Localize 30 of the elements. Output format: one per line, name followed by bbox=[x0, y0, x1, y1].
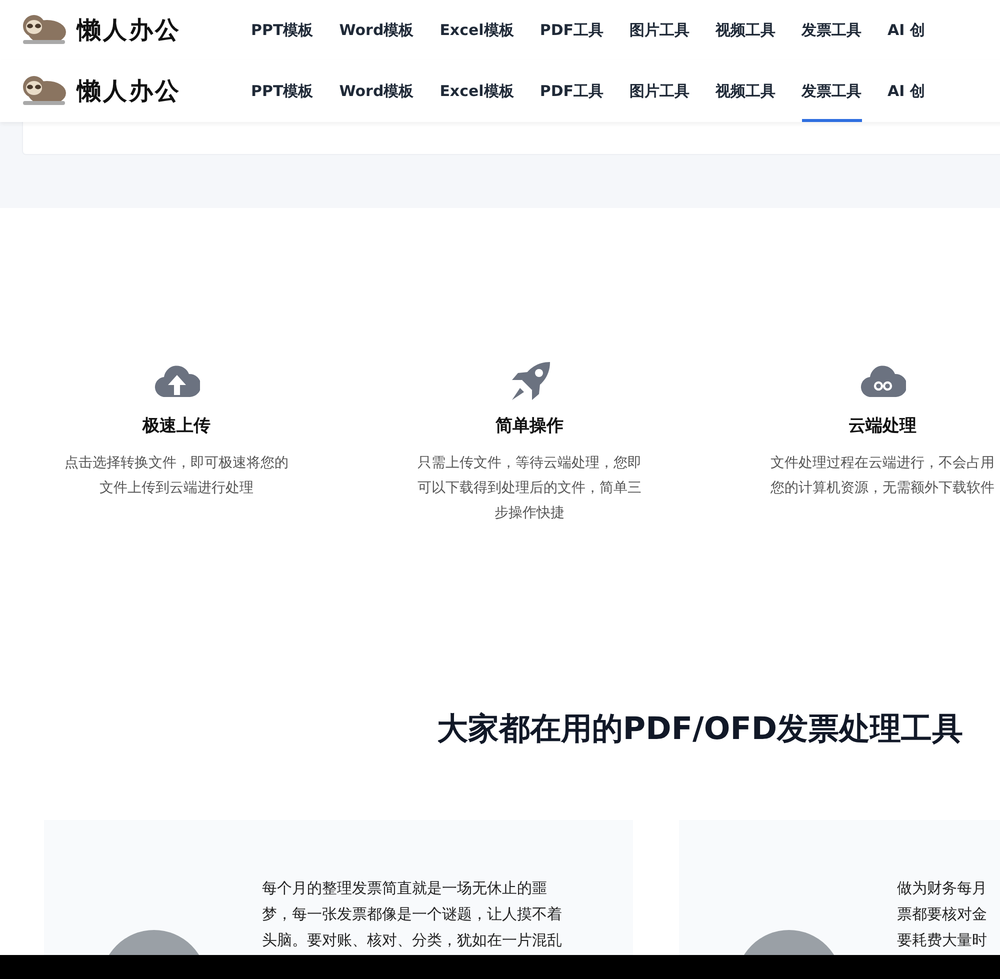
feature-description: 只需上传文件，等待云端处理，您即可以下载得到处理后的文件，简单三步操作快捷 bbox=[416, 454, 642, 523]
section-title: 大家都在用的PDF/OFD发票处理工具 bbox=[436, 710, 964, 749]
logo-text: 懒人办公 bbox=[77, 76, 181, 107]
logo-text: 懒人办公 bbox=[77, 15, 181, 46]
testimonial-text-line: 做为财务每月 bbox=[897, 878, 987, 899]
nav-link[interactable]: 发票工具 bbox=[802, 0, 862, 60]
nav-link[interactable]: PPT模板 bbox=[251, 0, 314, 60]
nav-link[interactable]: PDF工具 bbox=[540, 60, 604, 122]
feature-title: 简单操作 bbox=[496, 415, 564, 437]
feature-title: 云端处理 bbox=[848, 415, 916, 437]
nav-link[interactable]: 视频工具 bbox=[716, 60, 776, 122]
testimonial-text-line: 梦，每一张发票都像是一个谜题，让人摸不着 bbox=[262, 904, 562, 925]
feature-description: 点击选择转换文件，即可极速将您的文件上传到云端进行处理 bbox=[64, 454, 290, 498]
nav-link[interactable]: Excel模板 bbox=[440, 0, 514, 60]
nav-link[interactable]: PDF工具 bbox=[540, 0, 604, 60]
nav-link[interactable]: 图片工具 bbox=[630, 60, 690, 122]
testimonial-text-line: 头脑。要对账、核对、分类，犹如在一片混乱 bbox=[262, 930, 562, 951]
testimonial-text-line: 票都要核对金 bbox=[897, 904, 987, 925]
nav-link[interactable]: 视频工具 bbox=[716, 0, 776, 60]
feature-title: 极速上传 bbox=[142, 415, 210, 437]
nav-link[interactable]: Word模板 bbox=[339, 0, 414, 60]
testimonial-text-line: 每个月的整理发票简直就是一场无休止的噩 bbox=[262, 878, 548, 899]
nav-link[interactable]: AI 创 bbox=[888, 0, 925, 60]
nav-link[interactable]: AI 创 bbox=[888, 60, 925, 122]
nav-link[interactable]: PPT模板 bbox=[251, 60, 314, 122]
nav-link[interactable]: Word模板 bbox=[339, 60, 414, 122]
nav-link[interactable]: Excel模板 bbox=[440, 60, 514, 122]
nav-link[interactable]: 图片工具 bbox=[630, 0, 690, 60]
testimonial-text-line: 要耗费大量时 bbox=[897, 930, 987, 951]
feature-description: 文件处理过程在云端进行，不会占用您的计算机资源，无需额外下载软件 bbox=[770, 454, 996, 498]
